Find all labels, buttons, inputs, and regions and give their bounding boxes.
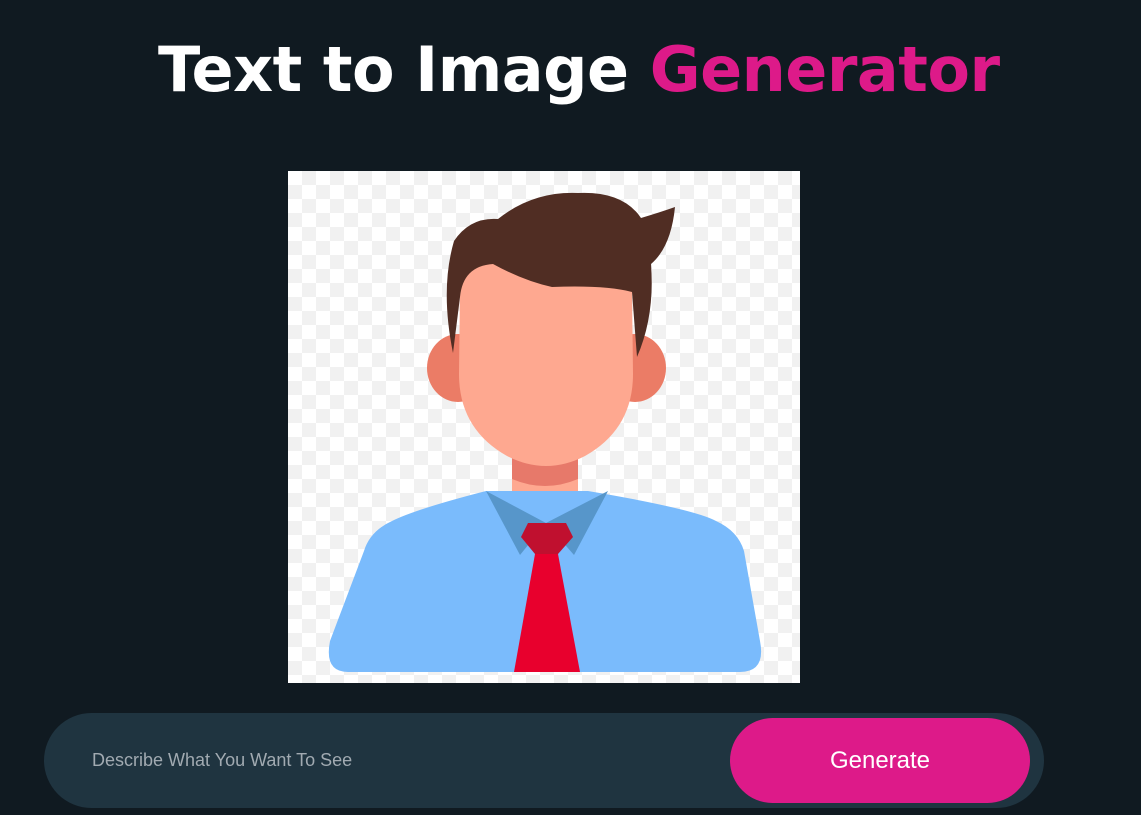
app-title: Text to Image Generator bbox=[158, 26, 1000, 114]
title-main-text: Text to Image bbox=[158, 33, 629, 106]
prompt-bar: Generate bbox=[44, 713, 1044, 808]
generate-button[interactable]: Generate bbox=[730, 718, 1030, 803]
title-accent-text: Generator bbox=[649, 33, 1000, 106]
prompt-input[interactable] bbox=[92, 735, 712, 785]
generated-image-preview bbox=[288, 171, 800, 683]
businessman-avatar-icon bbox=[328, 192, 762, 672]
